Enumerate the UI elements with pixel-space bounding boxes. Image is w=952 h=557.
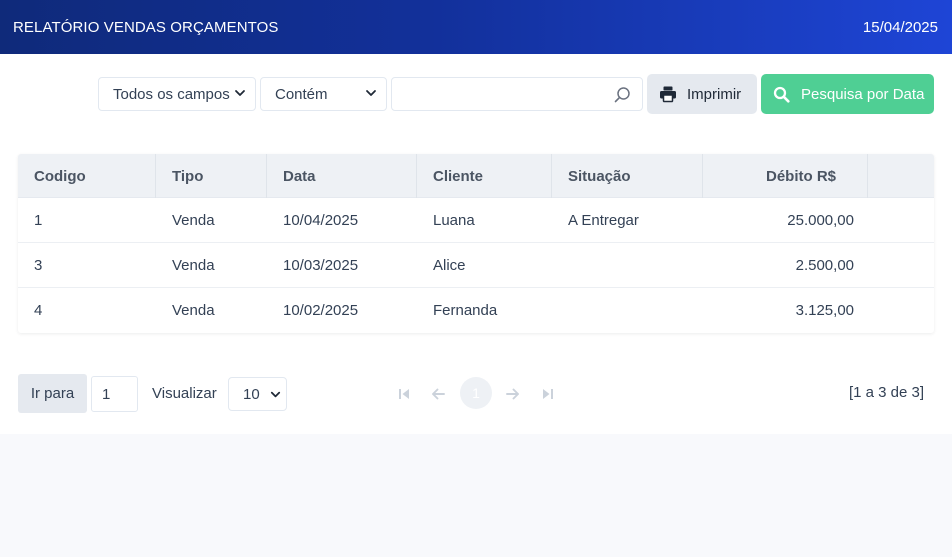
cell-codigo: 1	[34, 211, 43, 229]
cell-data: 10/03/2025	[283, 256, 359, 274]
chevron-down-icon	[235, 90, 245, 96]
cell-situacao: A Entregar	[568, 211, 639, 229]
cell-debito: 3.125,00	[795, 301, 854, 319]
column-header-debito[interactable]: Débito R$	[703, 154, 868, 198]
operator-select[interactable]: Contém	[260, 77, 387, 111]
rows-per-page-select[interactable]: 10	[228, 377, 287, 411]
cell-situacao	[552, 288, 703, 332]
printer-icon	[660, 86, 676, 103]
rows-per-page-value: 10	[243, 385, 260, 403]
operator-select-value: Contém	[275, 85, 328, 103]
cell-codigo: 4	[34, 301, 43, 319]
cell-cliente: Fernanda	[433, 301, 498, 319]
view-label: Visualizar	[152, 385, 217, 402]
print-button-label: Imprimir	[687, 85, 742, 103]
report-panel: Todos os campos Contém Imprimir Pesquisa…	[0, 54, 952, 434]
cell-situacao	[552, 243, 703, 287]
table-header: Codigo Tipo Data Cliente Situação Débito…	[18, 154, 934, 198]
page-number-box	[91, 376, 138, 412]
column-header-blank	[868, 154, 934, 198]
cell-cliente: Luana	[433, 211, 475, 229]
top-bar: RELATÓRIO VENDAS ORÇAMENTOS 15/04/2025	[0, 0, 952, 54]
column-header-codigo[interactable]: Codigo	[18, 154, 156, 198]
date-search-button-label: Pesquisa por Data	[801, 85, 925, 103]
field-select-value: Todos os campos	[113, 85, 230, 103]
column-header-tipo[interactable]: Tipo	[156, 154, 267, 198]
go-to-page-button[interactable]: Ir para	[18, 374, 87, 413]
cell-blank	[868, 198, 934, 242]
column-header-data[interactable]: Data	[267, 154, 417, 198]
cell-data: 10/02/2025	[283, 301, 359, 319]
cell-debito: 25.000,00	[787, 211, 854, 229]
cell-tipo: Venda	[172, 211, 215, 229]
cell-tipo: Venda	[172, 301, 215, 319]
page-title: RELATÓRIO VENDAS ORÇAMENTOS	[13, 18, 279, 36]
date-search-button[interactable]: Pesquisa por Data	[761, 74, 934, 114]
previous-page-icon[interactable]	[430, 386, 446, 402]
search-icon	[773, 86, 790, 103]
page-number-input[interactable]	[92, 377, 132, 411]
cell-data: 10/04/2025	[283, 211, 359, 229]
search-box	[391, 77, 643, 111]
field-select[interactable]: Todos os campos	[98, 77, 256, 111]
search-input[interactable]	[402, 78, 602, 110]
records-summary: [1 a 3 de 3]	[848, 384, 924, 401]
report-table: Codigo Tipo Data Cliente Situação Débito…	[18, 154, 934, 333]
current-page-indicator[interactable]: 1	[460, 377, 492, 409]
last-page-icon[interactable]	[540, 386, 556, 402]
chevron-down-icon	[366, 90, 376, 96]
search-icon[interactable]	[613, 86, 631, 104]
cell-tipo: Venda	[172, 256, 215, 274]
print-button[interactable]: Imprimir	[647, 74, 757, 114]
cell-blank	[868, 243, 934, 287]
chevron-down-icon	[270, 391, 281, 398]
next-page-icon[interactable]	[505, 386, 521, 402]
first-page-icon[interactable]	[396, 386, 412, 402]
column-header-cliente[interactable]: Cliente	[417, 154, 552, 198]
cell-cliente: Alice	[433, 256, 466, 274]
cell-codigo: 3	[34, 256, 43, 274]
cell-debito: 2.500,00	[795, 256, 854, 274]
column-header-situacao[interactable]: Situação	[552, 154, 703, 198]
table-row[interactable]: 3 Venda 10/03/2025 Alice 2.500,00	[18, 243, 934, 288]
current-date: 15/04/2025	[862, 18, 938, 36]
cell-blank	[868, 288, 934, 332]
table-row[interactable]: 1 Venda 10/04/2025 Luana A Entregar 25.0…	[18, 198, 934, 243]
table-row[interactable]: 4 Venda 10/02/2025 Fernanda 3.125,00	[18, 288, 934, 333]
